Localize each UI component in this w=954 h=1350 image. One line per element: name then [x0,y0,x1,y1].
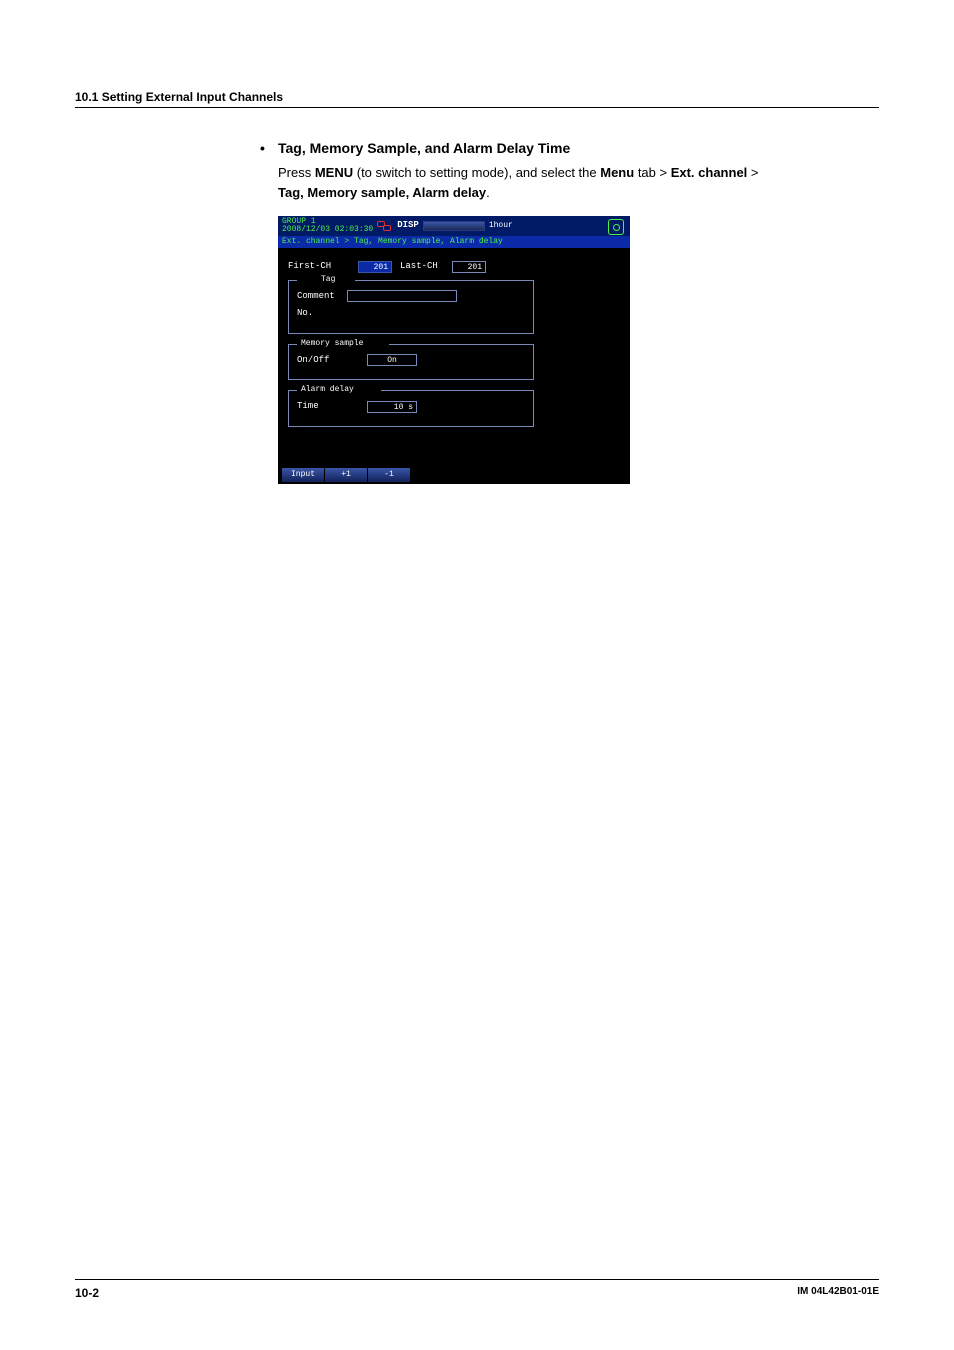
softkey-input[interactable]: Input [282,468,324,482]
comment-label: Comment [297,290,347,304]
memory-sample-group: Memory sample On/Off On [288,344,534,381]
ss-disp-label: DISP [397,219,419,233]
onoff-label: On/Off [297,354,367,368]
comment-field[interactable] [347,290,457,302]
page-number: 10-2 [75,1286,99,1300]
ss-topbar: GROUP 1 2008/12/03 02:03:30 DISP 1hour [278,216,630,236]
ss-group-info: GROUP 1 2008/12/03 02:03:30 [282,218,373,234]
time-label: Time [297,400,367,414]
link-icon [377,219,391,233]
no-label: No. [297,307,347,321]
memory-sample-title: Memory sample [299,338,365,350]
alarm-delay-group: Alarm delay Time 10 s [288,390,534,427]
section-header: 10.1 Setting External Input Channels [75,90,879,108]
device-screenshot: GROUP 1 2008/12/03 02:03:30 DISP 1hour E… [278,216,630,484]
ss-progress-bar [423,221,485,231]
first-ch-field[interactable]: 201 [358,261,392,273]
content-block: • Tag, Memory Sample, and Alarm Delay Ti… [260,138,879,484]
record-icon [608,219,624,235]
last-ch-label: Last-CH [400,260,452,274]
instruction-paragraph: Press MENU (to switch to setting mode), … [278,163,879,202]
page-footer: 10-2 IM 04L42B01-01E [75,1279,879,1300]
tag-group: Tag Comment No. [288,280,534,334]
tag-group-title: Tag [319,274,337,286]
bullet-title: Tag, Memory Sample, and Alarm Delay Time [278,138,570,159]
last-ch-field[interactable]: 201 [452,261,486,273]
first-ch-label: First-CH [288,260,358,274]
doc-id: IM 04L42B01-01E [797,1286,879,1300]
softkey-bar: Input +1 -1 [282,468,411,482]
onoff-field[interactable]: On [367,354,417,366]
ss-body: First-CH 201 Last-CH 201 Tag Comment No. [278,248,630,466]
ss-hour-label: 1hour [489,220,513,232]
softkey-minus1[interactable]: -1 [368,468,410,482]
bullet-dot: • [260,138,278,159]
softkey-plus1[interactable]: +1 [325,468,367,482]
time-field[interactable]: 10 s [367,401,417,413]
alarm-delay-title: Alarm delay [299,384,356,396]
ss-breadcrumb: Ext. channel > Tag, Memory sample, Alarm… [278,236,630,248]
